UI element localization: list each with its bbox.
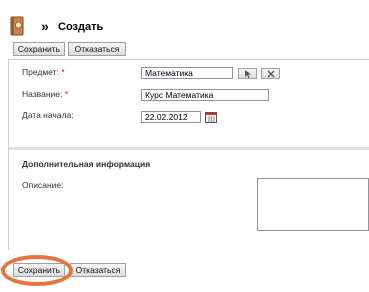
close-icon bbox=[267, 70, 274, 77]
description-textarea[interactable] bbox=[257, 178, 369, 231]
subject-field[interactable]: Математика bbox=[141, 67, 233, 79]
required-mark: * bbox=[64, 89, 69, 99]
save-button[interactable]: Сохранить bbox=[13, 42, 65, 56]
additional-info-title: Дополнительная информация bbox=[22, 159, 151, 169]
name-field[interactable]: Курс Математика bbox=[141, 89, 269, 101]
book-icon bbox=[10, 16, 24, 36]
section-divider bbox=[9, 147, 369, 150]
subject-select-button[interactable] bbox=[238, 68, 257, 79]
breadcrumb-arrow: » bbox=[41, 18, 49, 34]
save-button-highlight bbox=[1, 255, 73, 286]
start-date-field[interactable]: 22.02.2012 bbox=[141, 111, 201, 123]
cancel-button[interactable]: Отказаться bbox=[68, 42, 126, 56]
cancel-button-bottom[interactable]: Отказаться bbox=[70, 263, 126, 277]
subject-label: Предмет: * bbox=[22, 67, 65, 77]
page-title: Создать bbox=[58, 21, 104, 33]
calendar-icon[interactable] bbox=[205, 111, 217, 123]
subject-clear-button[interactable] bbox=[261, 68, 280, 79]
required-mark: * bbox=[61, 67, 65, 77]
cursor-icon bbox=[244, 69, 251, 78]
description-label: Описание: bbox=[22, 180, 64, 190]
name-label: Название: * bbox=[22, 89, 69, 99]
start-date-label: Дата начала: bbox=[22, 110, 74, 120]
